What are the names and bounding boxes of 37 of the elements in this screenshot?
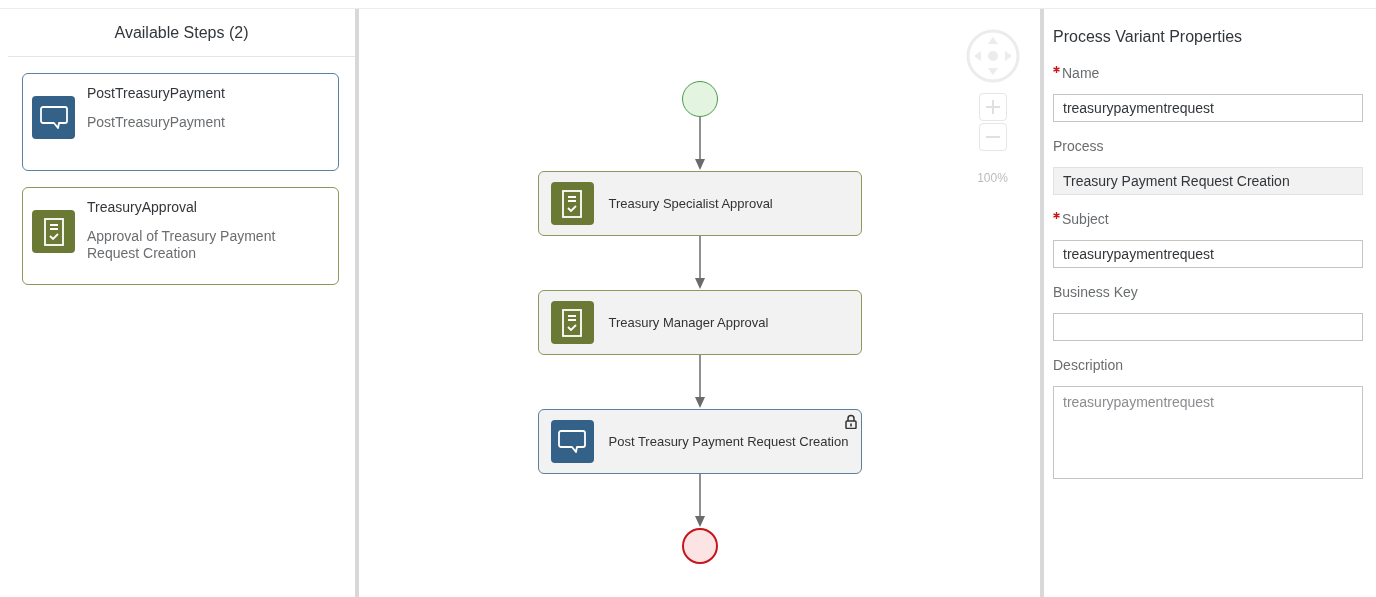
step-title: TreasuryApproval xyxy=(87,198,198,217)
step-title: PostTreasuryPayment xyxy=(87,84,226,103)
zoom-out-button[interactable] xyxy=(978,123,1007,151)
plus-icon xyxy=(984,99,1001,115)
step-card[interactable]: TreasuryApproval Approval of Treasury Payment Request Creation xyxy=(22,187,339,285)
zoom-level: 100% xyxy=(977,170,1008,187)
connector-arrow xyxy=(693,355,706,409)
text-field[interactable] xyxy=(1053,313,1363,341)
checklist-document-icon xyxy=(43,217,64,246)
speech-bubble-icon xyxy=(39,104,68,131)
step-description: PostTreasuryPayment xyxy=(87,114,226,131)
text-field[interactable]: treasurypaymentrequest xyxy=(1053,94,1363,122)
step-description: Approval of Treasury Payment Request Creation xyxy=(87,228,277,262)
description-textarea[interactable]: treasurypaymentrequest xyxy=(1053,386,1363,479)
zoom-in-button[interactable] xyxy=(978,93,1007,121)
task-label: Post Treasury Payment Request Creation xyxy=(608,432,849,451)
panel-title: Process Variant Properties xyxy=(1053,27,1244,47)
connector-arrow xyxy=(693,236,706,290)
text-field[interactable]: treasurypaymentrequest xyxy=(1053,240,1363,268)
field-label: Description xyxy=(1053,356,1124,375)
checklist-document-icon xyxy=(562,189,582,218)
field-label: Name xyxy=(1062,64,1100,83)
field-label: Subject xyxy=(1062,210,1109,229)
task-node[interactable]: Post Treasury Payment Request Creation xyxy=(537,409,862,474)
connector-arrow xyxy=(693,117,706,171)
task-node[interactable]: Treasury Specialist Approval xyxy=(537,171,862,236)
task-label: Treasury Manager Approval xyxy=(608,313,769,332)
field-label: Business Key xyxy=(1053,283,1138,302)
connector-arrow xyxy=(693,474,706,528)
panel-title: Available Steps (2) xyxy=(114,22,249,43)
task-node[interactable]: Treasury Manager Approval xyxy=(537,290,862,355)
step-card[interactable]: PostTreasuryPayment PostTreasuryPayment xyxy=(22,73,339,171)
field-label: Process xyxy=(1053,137,1104,156)
speech-bubble-icon xyxy=(558,428,586,455)
checklist-document-icon xyxy=(562,308,582,337)
readonly-field: Treasury Payment Request Creation xyxy=(1053,167,1363,195)
task-label: Treasury Specialist Approval xyxy=(608,194,773,213)
